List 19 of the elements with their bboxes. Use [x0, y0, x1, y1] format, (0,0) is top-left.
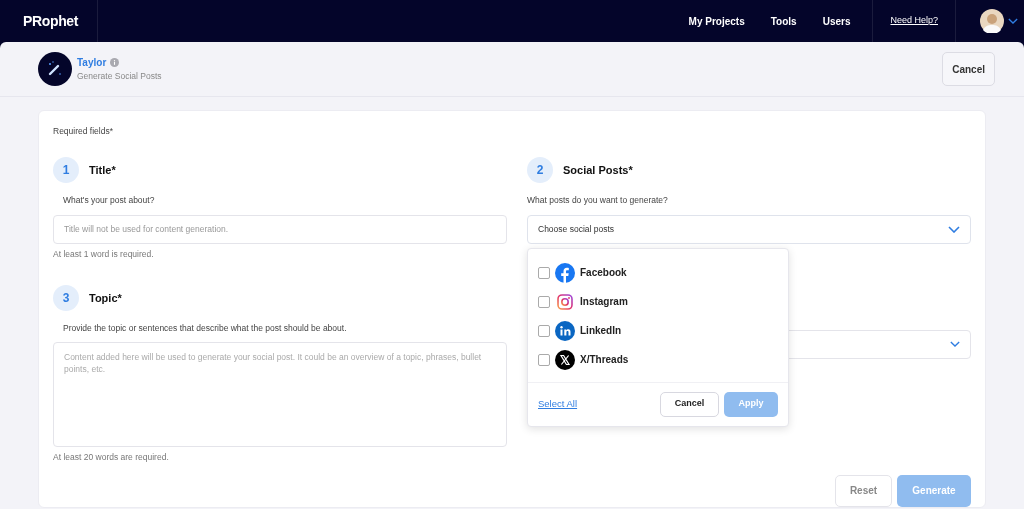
helper-text: At least 20 words are required. — [53, 451, 170, 464]
assistant-name: Taylor — [77, 56, 107, 71]
option-label: Facebook — [580, 266, 627, 280]
page-subtitle: Generate Social Posts — [77, 70, 162, 83]
step-number: 2 — [527, 156, 553, 183]
required-note: Required fields* — [53, 125, 114, 138]
field-question: What posts do you want to generate? — [527, 193, 669, 207]
step-title: Title* — [89, 162, 116, 178]
step-title: Topic* — [89, 291, 122, 306]
field-question: Provide the topic or sentences that describe what the post should be about. — [63, 322, 348, 335]
helper-text: At least 1 word is required. — [53, 247, 155, 261]
step-title: Social Posts* — [563, 162, 633, 178]
field-question: What's your post about? — [63, 193, 156, 207]
logo: PRophet — [23, 11, 79, 31]
step-number: 1 — [53, 156, 79, 183]
option-label: Instagram — [580, 295, 628, 309]
option-label: LinkedIn — [580, 324, 622, 338]
step-number: 3 — [53, 285, 79, 312]
option-label: X/Threads — [580, 353, 629, 367]
